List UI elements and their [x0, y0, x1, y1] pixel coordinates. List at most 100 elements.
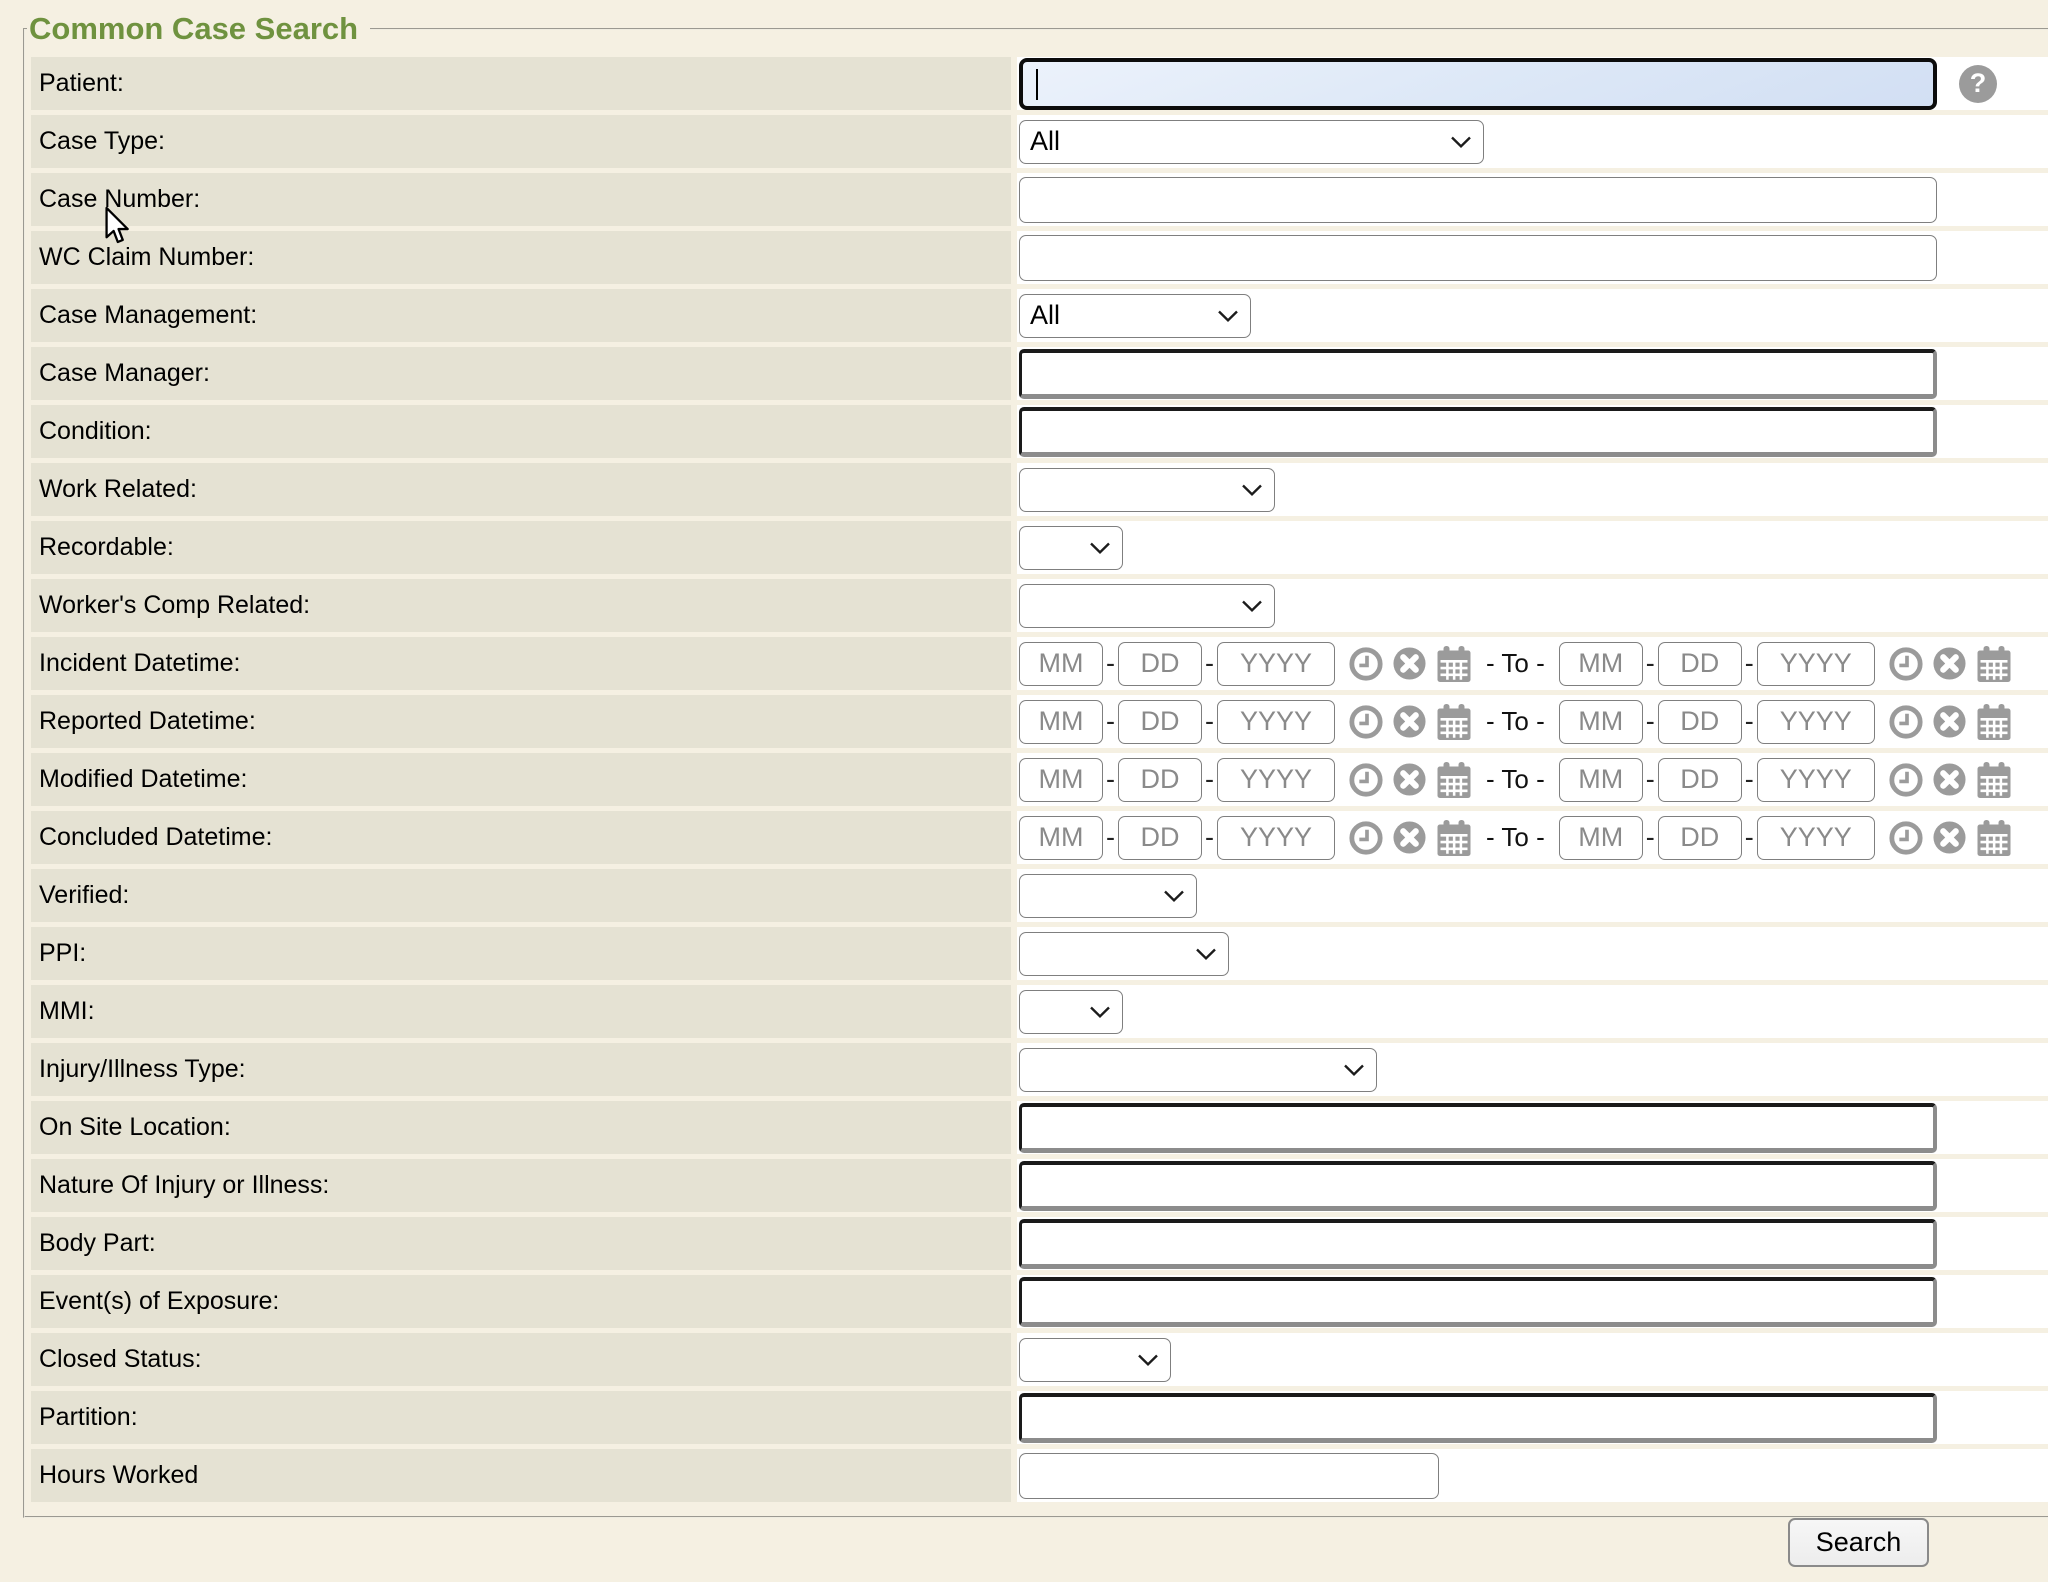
- modified-datetime-from-month-input[interactable]: [1019, 758, 1103, 802]
- clear-icon[interactable]: [1392, 762, 1427, 797]
- clear-icon[interactable]: [1392, 704, 1427, 739]
- clock-icon[interactable]: [1889, 821, 1923, 855]
- case-management-select[interactable]: All: [1019, 294, 1251, 338]
- calendar-icon[interactable]: [1436, 645, 1472, 683]
- injury-illness-type-select[interactable]: [1019, 1048, 1377, 1092]
- clear-icon[interactable]: [1932, 762, 1967, 797]
- modified-datetime-from-year-input[interactable]: [1217, 758, 1335, 802]
- body-part-input[interactable]: [1019, 1219, 1937, 1269]
- closed-status-select[interactable]: [1019, 1338, 1171, 1382]
- partition-input-cell: [1017, 1391, 2048, 1444]
- chevron-down-icon: [1163, 889, 1185, 902]
- case-management-label-cell: Case Management:: [31, 289, 1011, 342]
- mmi-select[interactable]: [1019, 990, 1123, 1034]
- incident-datetime-to-year-input[interactable]: [1757, 642, 1875, 686]
- on-site-location-label: On Site Location:: [39, 1113, 231, 1141]
- mmi-label: MMI:: [39, 997, 95, 1025]
- form-row-case-type: Case Type:All: [31, 115, 2048, 168]
- clear-icon[interactable]: [1392, 646, 1427, 681]
- condition-input[interactable]: [1019, 407, 1937, 457]
- recordable-label: Recordable:: [39, 533, 174, 561]
- date-separator: -: [1745, 764, 1754, 795]
- reported-datetime-from-month-input[interactable]: [1019, 700, 1103, 744]
- nature-of-injury-or-illness-label: Nature Of Injury or Illness:: [39, 1171, 329, 1199]
- clock-icon[interactable]: [1349, 705, 1383, 739]
- calendar-icon[interactable]: [1436, 703, 1472, 741]
- concluded-datetime-to-day-input[interactable]: [1658, 816, 1742, 860]
- chevron-down-icon: [1195, 947, 1217, 960]
- workers-comp-related-select[interactable]: [1019, 584, 1275, 628]
- case-number-input[interactable]: [1019, 177, 1937, 223]
- calendar-icon[interactable]: [1976, 645, 2012, 683]
- chevron-down-icon: [1343, 1063, 1365, 1076]
- partition-input[interactable]: [1019, 1393, 1937, 1443]
- work-related-select[interactable]: [1019, 468, 1275, 512]
- modified-datetime-from-day-input[interactable]: [1118, 758, 1202, 802]
- reported-datetime-from-year-input[interactable]: [1217, 700, 1335, 744]
- form-row-hours-worked: Hours Worked: [31, 1449, 2048, 1502]
- form-row-partition: Partition:: [31, 1391, 2048, 1444]
- recordable-input-cell: [1017, 521, 2048, 574]
- reported-datetime-to-day-input[interactable]: [1658, 700, 1742, 744]
- search-button[interactable]: Search: [1788, 1518, 1929, 1567]
- ppi-select[interactable]: [1019, 932, 1229, 976]
- date-separator: -: [1106, 822, 1115, 853]
- calendar-icon[interactable]: [1436, 761, 1472, 799]
- incident-datetime-to-day-input[interactable]: [1658, 642, 1742, 686]
- modified-datetime-to-month-input[interactable]: [1559, 758, 1643, 802]
- case-manager-input[interactable]: [1019, 349, 1937, 399]
- calendar-icon[interactable]: [1976, 761, 2012, 799]
- incident-datetime-to-month-input[interactable]: [1559, 642, 1643, 686]
- work-related-input-cell: [1017, 463, 2048, 516]
- concluded-datetime-to-month-input[interactable]: [1559, 816, 1643, 860]
- reported-datetime-to-month-input[interactable]: [1559, 700, 1643, 744]
- verified-select[interactable]: [1019, 874, 1197, 918]
- incident-datetime-from-day-input[interactable]: [1118, 642, 1202, 686]
- reported-datetime-to-year-input[interactable]: [1757, 700, 1875, 744]
- concluded-datetime-from-month-input[interactable]: [1019, 816, 1103, 860]
- incident-datetime-from-year-input[interactable]: [1217, 642, 1335, 686]
- reported-datetime-label-cell: Reported Datetime:: [31, 695, 1011, 748]
- calendar-icon[interactable]: [1976, 819, 2012, 857]
- clock-icon[interactable]: [1349, 821, 1383, 855]
- clear-icon[interactable]: [1932, 704, 1967, 739]
- clock-icon[interactable]: [1889, 763, 1923, 797]
- on-site-location-input-cell: [1017, 1101, 2048, 1154]
- recordable-select[interactable]: [1019, 526, 1123, 570]
- patient-input[interactable]: [1019, 58, 1937, 110]
- condition-input-cell: [1017, 405, 2048, 458]
- wc-claim-number-input[interactable]: [1019, 235, 1937, 281]
- patient-input-cell: ?: [1017, 57, 2048, 110]
- reported-datetime-from-day-input[interactable]: [1118, 700, 1202, 744]
- workers-comp-related-label-cell: Worker's Comp Related:: [31, 579, 1011, 632]
- workers-comp-related-label: Worker's Comp Related:: [39, 591, 310, 619]
- nature-of-injury-or-illness-input-cell: [1017, 1159, 2048, 1212]
- modified-datetime-to-day-input[interactable]: [1658, 758, 1742, 802]
- clear-icon[interactable]: [1392, 820, 1427, 855]
- closed-status-label: Closed Status:: [39, 1345, 202, 1373]
- concluded-datetime-from-day-input[interactable]: [1118, 816, 1202, 860]
- events-of-exposure-input[interactable]: [1019, 1277, 1937, 1327]
- hours-worked-label: Hours Worked: [39, 1461, 198, 1489]
- calendar-icon[interactable]: [1436, 819, 1472, 857]
- on-site-location-input[interactable]: [1019, 1103, 1937, 1153]
- hours-worked-input[interactable]: [1019, 1453, 1439, 1499]
- clear-icon[interactable]: [1932, 646, 1967, 681]
- case-type-select[interactable]: All: [1019, 120, 1484, 164]
- text-cursor: [1036, 69, 1038, 100]
- nature-of-injury-or-illness-input[interactable]: [1019, 1161, 1937, 1211]
- clock-icon[interactable]: [1889, 705, 1923, 739]
- help-icon[interactable]: ?: [1959, 65, 1997, 103]
- date-separator: -: [1205, 648, 1214, 679]
- case-number-label-cell: Case Number:: [31, 173, 1011, 226]
- clear-icon[interactable]: [1932, 820, 1967, 855]
- clock-icon[interactable]: [1349, 647, 1383, 681]
- concluded-datetime-to-year-input[interactable]: [1757, 816, 1875, 860]
- clock-icon[interactable]: [1349, 763, 1383, 797]
- incident-datetime-from-month-input[interactable]: [1019, 642, 1103, 686]
- calendar-icon[interactable]: [1976, 703, 2012, 741]
- form-row-wc-claim-number: WC Claim Number:: [31, 231, 2048, 284]
- clock-icon[interactable]: [1889, 647, 1923, 681]
- modified-datetime-to-year-input[interactable]: [1757, 758, 1875, 802]
- concluded-datetime-from-year-input[interactable]: [1217, 816, 1335, 860]
